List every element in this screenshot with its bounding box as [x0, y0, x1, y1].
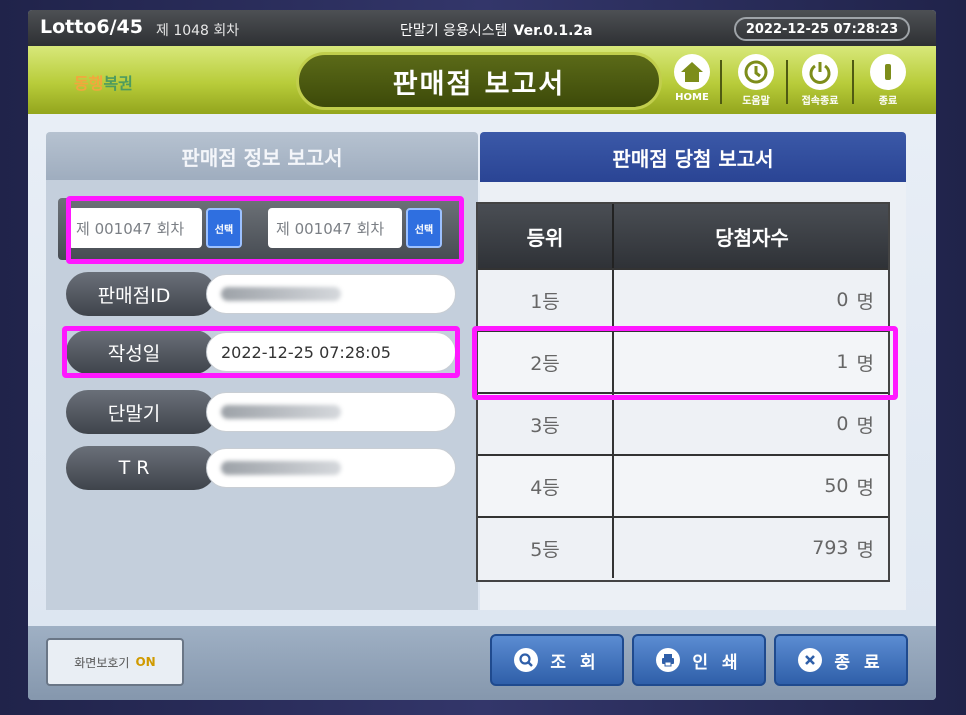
store-id-row: 판매점ID: [66, 272, 460, 316]
table-row: 3등 0명: [478, 392, 888, 454]
exit-icon: [870, 54, 906, 90]
terminal-value: [206, 392, 456, 432]
count-unit: 명: [856, 290, 874, 313]
tab-store-info-report[interactable]: 판매점 정보 보고서: [46, 132, 478, 180]
to-round-select-button[interactable]: 선택: [406, 208, 442, 248]
help-label: 도움말: [742, 96, 770, 107]
logo-text-b: 복권: [103, 74, 133, 93]
exit-label: 종료: [878, 96, 898, 107]
count-value: 50: [824, 475, 849, 497]
screensaver-label: 화면보호기: [74, 655, 130, 670]
rank-cell: 2등: [478, 332, 614, 392]
store-id-value: [206, 274, 456, 314]
winners-table-header: 등위 당첨자수: [478, 204, 888, 268]
tr-label: T R: [66, 446, 216, 490]
help-button[interactable]: 도움말: [730, 54, 782, 110]
status-bar: Lotto6/45 제 1048 회차 단말기 응용시스템 Ver.0.1.2a …: [28, 10, 936, 46]
tr-value: [206, 448, 456, 488]
terminal-screen: Lotto6/45 제 1048 회차 단말기 응용시스템 Ver.0.1.2a …: [28, 10, 936, 700]
table-row: 5등 793 명: [478, 516, 888, 578]
rank-header: 등위: [478, 204, 614, 268]
terminal-row: 단말기: [66, 390, 460, 434]
current-round: 제 1048 회차: [156, 23, 240, 39]
terminal-label: 단말기: [66, 390, 216, 434]
rank-cell: 3등: [478, 394, 614, 454]
count-value: 1: [836, 351, 849, 373]
count-unit: 명: [856, 476, 874, 499]
created-date-row: 작성일 2022-12-25 07:28:05: [66, 330, 460, 374]
rank-cell: 4등: [478, 456, 614, 516]
power-icon: [802, 54, 838, 90]
system-name-text: 단말기 응용시스템: [400, 23, 508, 39]
rank-cell: 1등: [478, 270, 614, 330]
version-text: Ver.0.1.2a: [513, 23, 593, 39]
round-range-selector: 제 001047 회차 선택 - 제 001047 회차 선택: [58, 198, 460, 260]
logo-text-a: 동행: [74, 74, 104, 93]
home-icon: [674, 54, 710, 90]
from-round-field[interactable]: 제 001047 회차: [68, 208, 202, 248]
winners-table: 등위 당첨자수 1등 0명 2등 1명 3등 0명 4등 50 명 5등 793 명: [476, 202, 890, 582]
table-row: 2등 1명: [478, 330, 888, 392]
header-divider: [720, 60, 722, 104]
close-button[interactable]: 종 료: [774, 634, 908, 686]
count-value: 793: [812, 537, 849, 559]
close-label: 종 료: [834, 652, 884, 673]
bottom-bar: 화면보호기 ON 조 회 인 쇄 종 료: [28, 626, 936, 700]
table-row: 4등 50 명: [478, 454, 888, 516]
disconnect-button[interactable]: 접속종료: [794, 54, 846, 110]
count-cell: 1명: [616, 332, 888, 392]
table-row: 1등 0명: [478, 268, 888, 330]
print-label: 인 쇄: [692, 652, 742, 673]
logo: 동행복권: [74, 70, 133, 94]
store-id-label: 판매점ID: [66, 272, 216, 316]
disconnect-label: 접속종료: [801, 96, 839, 107]
screensaver-state: ON: [135, 655, 156, 669]
header-bar: 동행복권 판매점 보고서 HOME 도움말 접속종료 종료: [28, 46, 936, 114]
query-label: 조 회: [550, 652, 600, 673]
search-icon: [514, 648, 539, 672]
count-unit: 명: [856, 414, 874, 437]
redacted-mask: [221, 461, 341, 475]
count-value: 0: [836, 289, 849, 311]
rank-cell: 5등: [478, 518, 614, 578]
tab-store-winning-report[interactable]: 판매점 당첨 보고서: [480, 132, 906, 182]
count-unit: 명: [856, 352, 874, 375]
redacted-mask: [221, 287, 341, 301]
to-round-field[interactable]: 제 001047 회차: [268, 208, 402, 248]
winner-count-header: 당첨자수: [715, 225, 789, 250]
exit-button[interactable]: 종료: [862, 54, 914, 110]
from-round-select-button[interactable]: 선택: [206, 208, 242, 248]
count-cell: 50 명: [616, 456, 888, 516]
system-name: 단말기 응용시스템 Ver.0.1.2a: [400, 20, 593, 40]
header-divider: [786, 60, 788, 104]
tr-row: T R: [66, 446, 460, 490]
count-cell: 0명: [616, 394, 888, 454]
page-title: 판매점 보고서: [392, 68, 566, 100]
home-button[interactable]: HOME: [666, 54, 718, 110]
created-date-label: 작성일: [66, 330, 216, 374]
help-icon: [738, 54, 774, 90]
print-button[interactable]: 인 쇄: [632, 634, 766, 686]
printer-icon: [656, 648, 681, 672]
page-title-pill: 판매점 보고서: [296, 52, 662, 110]
count-cell: 793 명: [616, 518, 888, 578]
count-value: 0: [836, 413, 849, 435]
datetime-display: 2022-12-25 07:28:23: [734, 17, 910, 41]
header-divider: [852, 60, 854, 104]
home-label: HOME: [675, 92, 709, 103]
screensaver-toggle[interactable]: 화면보호기 ON: [46, 638, 184, 686]
created-date-value: 2022-12-25 07:28:05: [206, 332, 456, 372]
query-button[interactable]: 조 회: [490, 634, 624, 686]
close-icon: [798, 648, 823, 672]
count-cell: 0명: [616, 270, 888, 330]
app-name: Lotto6/45: [40, 16, 143, 38]
count-unit: 명: [856, 538, 874, 561]
redacted-mask: [221, 405, 341, 419]
